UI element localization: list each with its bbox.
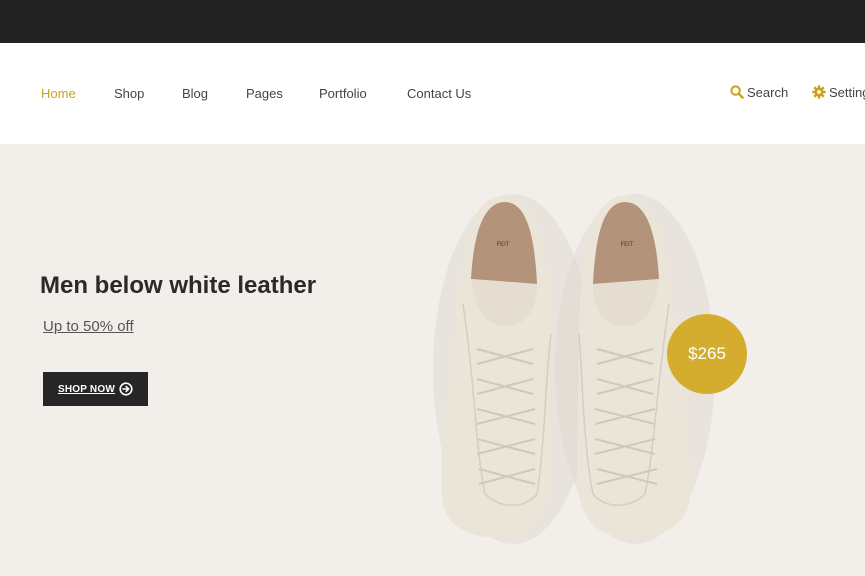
main-navigation: Home Shop Blog Pages Portfolio Contact U… bbox=[0, 43, 865, 144]
search-label: Search bbox=[747, 85, 789, 100]
shop-now-label: SHOP NOW bbox=[58, 383, 115, 395]
svg-text:FEIT: FEIT bbox=[497, 242, 510, 248]
nav-item-home[interactable]: Home bbox=[41, 86, 76, 102]
settings-label: Settings bbox=[829, 85, 865, 100]
hero-discount-link[interactable]: Up to 50% off bbox=[43, 318, 134, 335]
settings-button[interactable]: Settings bbox=[812, 85, 865, 101]
nav-item-portfolio[interactable]: Portfolio bbox=[319, 86, 367, 102]
nav-item-blog[interactable]: Blog bbox=[182, 86, 208, 102]
hero-banner: Men below white leather Up to 50% off SH… bbox=[0, 144, 865, 576]
gear-icon bbox=[812, 85, 826, 99]
hero-title: Men below white leather bbox=[40, 272, 317, 299]
nav-item-shop[interactable]: Shop bbox=[114, 86, 144, 102]
top-bar bbox=[0, 0, 865, 43]
shop-now-button[interactable]: SHOP NOW bbox=[43, 372, 148, 406]
arrow-right-circle-icon bbox=[119, 382, 133, 396]
search-button[interactable]: Search bbox=[730, 85, 788, 101]
svg-text:FEIT: FEIT bbox=[621, 242, 634, 248]
nav-item-contact-us[interactable]: Contact Us bbox=[407, 86, 471, 102]
price-badge: $265 bbox=[667, 314, 747, 394]
search-icon bbox=[730, 85, 744, 99]
nav-item-pages[interactable]: Pages bbox=[246, 86, 283, 102]
